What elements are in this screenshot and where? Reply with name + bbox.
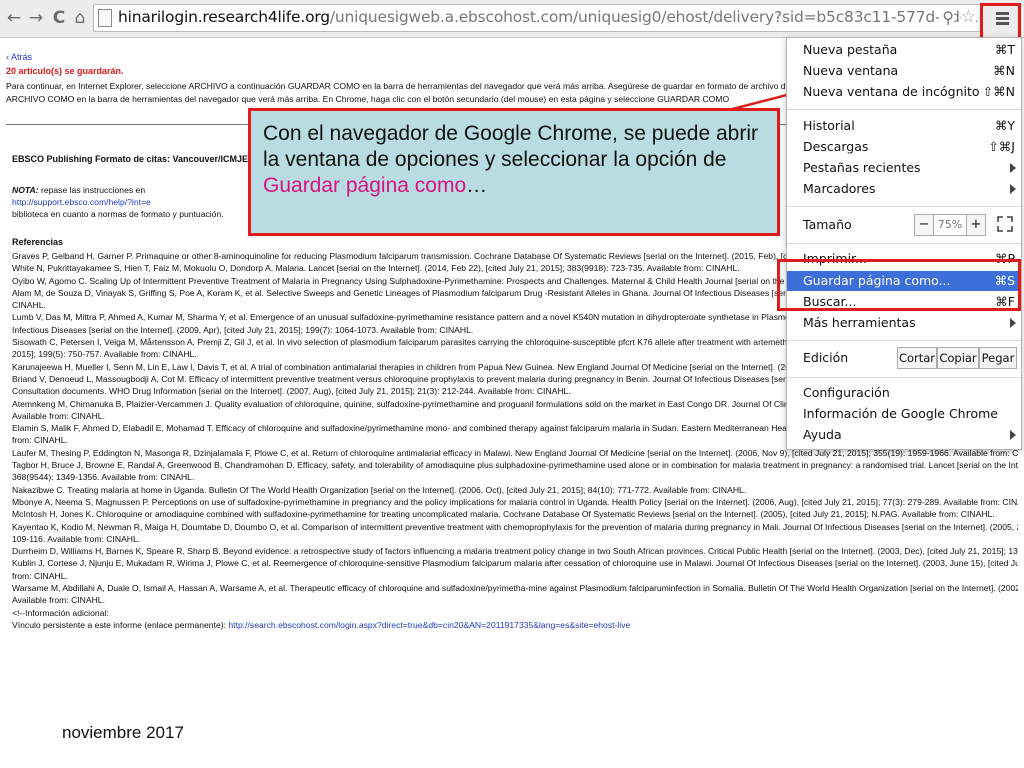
save-as-highlight-box: [777, 259, 1021, 311]
menu-label: Pestañas recientes: [803, 160, 921, 175]
url-domain: hinarilogin.research4life.org: [118, 8, 330, 26]
zoom-out-button[interactable]: −: [914, 214, 934, 236]
reference-line: <!--Información adicional:: [12, 607, 109, 618]
menu-separator: [787, 243, 1021, 244]
note-link[interactable]: http://support.ebsco.com/help/?int=e: [12, 197, 151, 207]
instructions-line-2: ARCHIVO COMO en la barra de herramientas…: [6, 94, 730, 104]
copy-button[interactable]: Copiar: [937, 347, 979, 369]
menu-label: Edición: [803, 350, 849, 365]
callout-text-1: Con el navegador de Google Chrome, se pu…: [263, 122, 758, 171]
shortcut: ⌘T: [994, 42, 1015, 57]
note-text-2: biblioteca en cuanto a normas de formato…: [12, 209, 224, 219]
permalink[interactable]: http://search.ebscohost.com/login.aspx?d…: [228, 620, 630, 630]
menu-bookmarks[interactable]: Marcadores: [787, 179, 1021, 199]
menu-label: Información de Google Chrome: [803, 406, 998, 421]
menu-downloads[interactable]: Descargas ⇧⌘J: [787, 137, 1021, 157]
menu-label: Nueva pestaña: [803, 42, 898, 57]
menu-history[interactable]: Historial ⌘Y: [787, 116, 1021, 136]
bookmark-star-icon[interactable]: ☆: [960, 7, 976, 27]
instructions-line-1: Para continuar, en Internet Explorer, se…: [6, 81, 786, 91]
menu-recent-tabs[interactable]: Pestañas recientes: [787, 158, 1021, 178]
zoom-in-button[interactable]: +: [966, 214, 986, 236]
menu-separator: [787, 377, 1021, 378]
reference-line: Warsame M, Abdillahi A, Duale O, Ismail …: [12, 583, 1018, 594]
reference-line: Durrheim D, Williams H, Barnes K, Speare…: [12, 546, 1018, 557]
submenu-arrow-icon: [1010, 163, 1016, 173]
submenu-arrow-icon: [1010, 318, 1016, 328]
address-bar[interactable]: hinarilogin.research4life.org/uniquesigw…: [93, 4, 981, 32]
url-path: /uniquesigweb.a.ebscohost.com/uniquesig0…: [329, 8, 981, 26]
callout-box: Con el navegador de Google Chrome, se pu…: [248, 108, 780, 236]
shortcut: ⇧⌘J: [988, 139, 1015, 154]
chrome-menu: Nueva pestaña ⌘T Nueva ventana ⌘N Nueva ve…: [786, 37, 1022, 450]
reference-line: Vínculo persistente a este informe (enla…: [12, 619, 1018, 631]
menu-label: Ayuda: [803, 427, 842, 442]
menu-label: Más herramientas: [803, 315, 916, 330]
references-heading: Referencias: [12, 237, 64, 247]
menu-separator: [787, 206, 1021, 207]
address-url: hinarilogin.research4life.org/uniquesigw…: [118, 8, 981, 26]
paste-button[interactable]: Pegar: [979, 347, 1017, 369]
permalink-label: Vínculo persistente a este informe (enla…: [12, 619, 229, 630]
note-label: NOTA:: [12, 185, 39, 195]
reference-line: 109-116. Available from: CINAHL.: [12, 533, 141, 544]
zoom-value: 75%: [934, 214, 966, 236]
cut-button[interactable]: Cortar: [897, 347, 937, 369]
reference-line: Kublin J, Cortese J, Njunju E, Mukadam R…: [12, 558, 1018, 569]
reference-line: from: CINAHL.: [12, 570, 68, 581]
shortcut: ⌘Y: [994, 118, 1015, 133]
menu-label: Configuración: [803, 385, 890, 400]
reload-icon[interactable]: C: [49, 8, 69, 28]
callout-highlight: Guardar página como: [263, 174, 467, 197]
reference-line: Nakazibwe C. Treating malaria at home in…: [12, 484, 747, 495]
reference-line: 368(9544): 1349-1356. Available from: CI…: [12, 472, 195, 483]
home-icon[interactable]: ⌂: [70, 8, 90, 28]
submenu-arrow-icon: [1010, 430, 1016, 440]
shortcut: ⌘N: [993, 63, 1015, 78]
reference-line: Tagbor H, Bruce J, Browne E, Randal A, G…: [12, 460, 1018, 471]
ebsco-heading: EBSCO Publishing Formato de citas: Vanco…: [12, 154, 252, 164]
saved-count: 20 artículo(s) se guardarán.: [6, 66, 124, 76]
note-text: repase las instrucciones en: [38, 185, 146, 195]
browser-toolbar: ← → C ⌂ hinarilogin.research4life.org/un…: [0, 0, 1024, 38]
menu-label: Historial: [803, 118, 855, 133]
page-icon: [98, 9, 112, 27]
menu-separator: [787, 109, 1021, 110]
menu-separator: [787, 340, 1021, 341]
reference-line: Available from: CINAHL.: [12, 595, 105, 606]
zoom-icon[interactable]: ⚲: [939, 8, 954, 27]
fullscreen-icon[interactable]: [997, 216, 1013, 232]
reference-line: McIntosh H, Jones K. Chloroquine or amod…: [12, 509, 995, 520]
back-arrow-icon[interactable]: ←: [4, 8, 24, 28]
reference-line: Mbonye A, Neema S, Magnussen P. Percepti…: [12, 496, 1018, 507]
menu-label: Nueva ventana: [803, 63, 899, 78]
menu-label: Descargas: [803, 139, 869, 154]
forward-arrow-icon[interactable]: →: [26, 8, 46, 28]
shortcut: ⇧⌘N: [982, 84, 1015, 99]
menu-more-tools[interactable]: Más herramientas: [787, 313, 1021, 333]
reference-line: Kayentao K, Kodio M, Newman R, Maiga H, …: [12, 521, 1018, 532]
menu-new-tab[interactable]: Nueva pestaña ⌘T: [787, 40, 1021, 60]
note: NOTA: repase las instrucciones en http:/…: [12, 184, 248, 220]
callout-text-2: …: [466, 174, 488, 197]
footer-date: noviembre 2017: [62, 723, 184, 742]
menu-about[interactable]: Información de Google Chrome: [787, 404, 1021, 424]
instructions: Para continuar, en Internet Explorer, se…: [6, 80, 786, 106]
menu-incognito[interactable]: Nueva ventana de incógnito ⇧⌘N: [787, 82, 1021, 102]
menu-settings[interactable]: Configuración: [787, 383, 1021, 403]
menu-label: Marcadores: [803, 181, 876, 196]
menu-new-window[interactable]: Nueva ventana ⌘N: [787, 61, 1021, 81]
menu-help[interactable]: Ayuda: [787, 425, 1021, 445]
submenu-arrow-icon: [1010, 184, 1016, 194]
menu-label: Tamaño: [803, 217, 852, 232]
back-link[interactable]: ‹ Atrás: [6, 52, 32, 62]
menu-label: Nueva ventana de incógnito: [803, 84, 980, 99]
